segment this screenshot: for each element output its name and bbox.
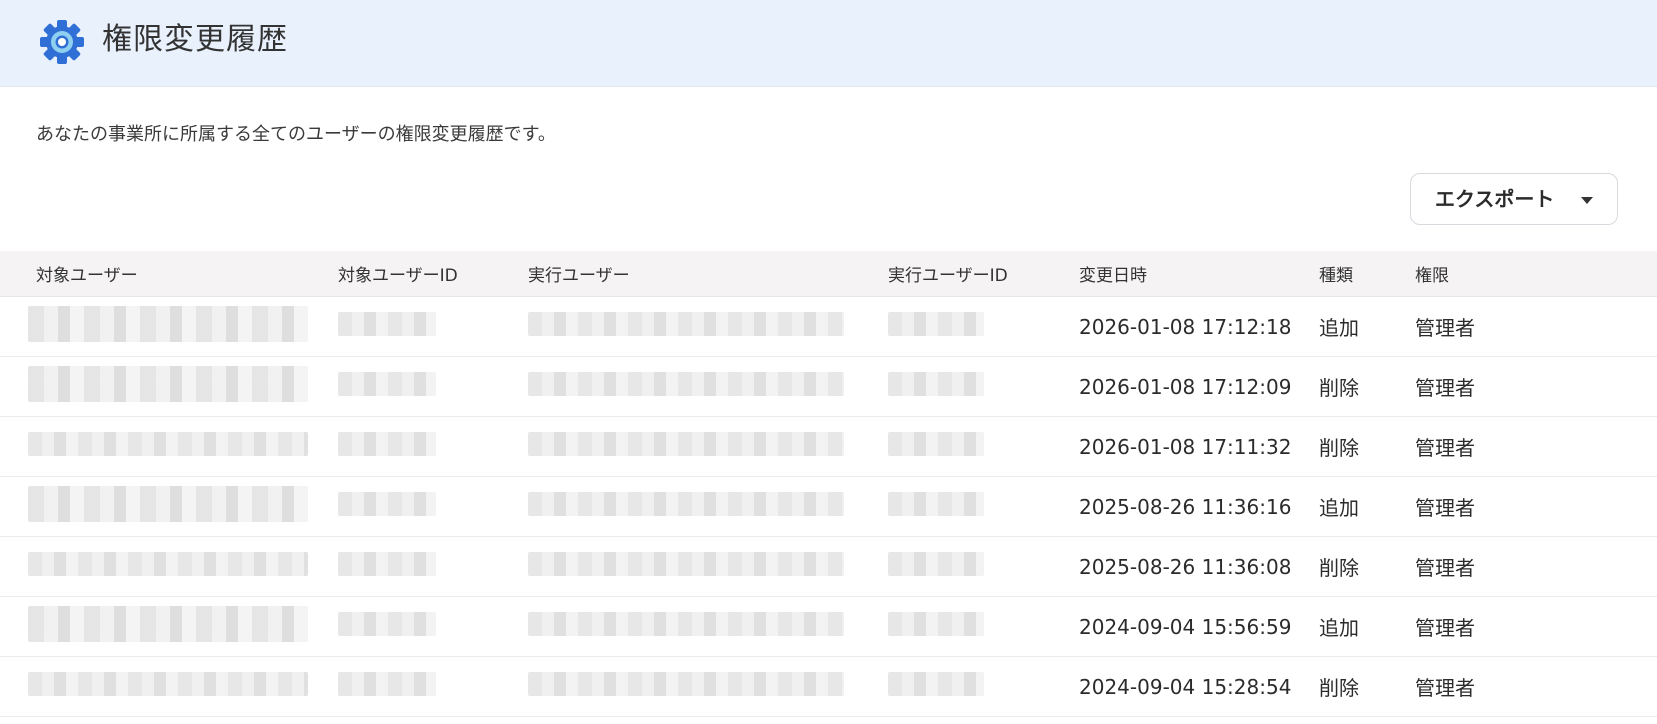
- redacted-executor-user: [528, 372, 844, 396]
- redacted-target-user: [28, 552, 308, 576]
- changed-at-cell: 2024-09-04 15:56:59: [1079, 596, 1319, 657]
- changed-at-cell: 2026-01-08 17:11:32: [1079, 416, 1319, 477]
- redacted-executor-user-id: [888, 312, 984, 336]
- column-header-changed-at[interactable]: 変更日時: [1079, 251, 1319, 297]
- redacted-executor-user-id: [888, 492, 984, 516]
- type-cell: 削除: [1319, 416, 1415, 477]
- redacted-target-user: [28, 432, 308, 456]
- permission-cell: 管理者: [1415, 656, 1657, 717]
- column-header-executor-user[interactable]: 実行ユーザー: [528, 251, 888, 297]
- redacted-executor-user: [528, 552, 844, 576]
- type-cell: 削除: [1319, 356, 1415, 417]
- permission-cell: 管理者: [1415, 476, 1657, 537]
- redacted-executor-user-id: [888, 432, 984, 456]
- redacted-executor-user: [528, 432, 844, 456]
- redacted-target-user-id: [338, 492, 436, 516]
- permission-cell: 管理者: [1415, 536, 1657, 597]
- changed-at-cell: 2025-08-26 11:36:08: [1079, 536, 1319, 597]
- table-header-row: 対象ユーザー 対象ユーザーID 実行ユーザー 実行ユーザーID 変更日時 種類 …: [0, 251, 1657, 297]
- column-header-target-user-id[interactable]: 対象ユーザーID: [338, 251, 528, 297]
- table-row[interactable]: 2025-08-26 11:36:16 追加 管理者: [0, 476, 1657, 537]
- type-cell: 削除: [1319, 536, 1415, 597]
- permission-cell: 管理者: [1415, 296, 1657, 357]
- changed-at-cell: 2024-09-04 15:28:54: [1079, 656, 1319, 717]
- redacted-target-user: [28, 672, 308, 696]
- column-header-permission[interactable]: 権限: [1415, 251, 1657, 297]
- redacted-target-user-id: [338, 432, 436, 456]
- redacted-target-user: [28, 606, 308, 642]
- redacted-target-user-id: [338, 672, 436, 696]
- changed-at-cell: 2026-01-08 17:12:09: [1079, 356, 1319, 417]
- redacted-executor-user-id: [888, 612, 984, 636]
- table-row[interactable]: 2024-09-04 15:56:59 追加 管理者: [0, 596, 1657, 657]
- type-cell: 追加: [1319, 476, 1415, 537]
- permission-cell: 管理者: [1415, 416, 1657, 477]
- type-cell: 追加: [1319, 296, 1415, 357]
- column-header-target-user[interactable]: 対象ユーザー: [0, 251, 338, 297]
- column-header-type[interactable]: 種類: [1319, 251, 1415, 297]
- redacted-target-user: [28, 486, 308, 522]
- type-cell: 追加: [1319, 596, 1415, 657]
- redacted-target-user: [28, 306, 308, 342]
- page-header: 権限変更履歴: [0, 0, 1657, 87]
- table-row[interactable]: 2026-01-08 17:12:09 削除 管理者: [0, 356, 1657, 417]
- redacted-executor-user: [528, 312, 844, 336]
- redacted-target-user: [28, 366, 308, 402]
- export-dropdown-button[interactable]: エクスポート: [1410, 173, 1618, 225]
- permission-cell: 管理者: [1415, 596, 1657, 657]
- redacted-target-user-id: [338, 372, 436, 396]
- permission-history-table: 対象ユーザー 対象ユーザーID 実行ユーザー 実行ユーザーID 変更日時 種類 …: [0, 251, 1657, 717]
- redacted-executor-user-id: [888, 672, 984, 696]
- table-row[interactable]: 2026-01-08 17:12:18 追加 管理者: [0, 296, 1657, 357]
- export-button-label: エクスポート: [1435, 187, 1555, 211]
- table-row[interactable]: 2025-08-26 11:36:08 削除 管理者: [0, 536, 1657, 597]
- redacted-target-user-id: [338, 552, 436, 576]
- changed-at-cell: 2026-01-08 17:12:18: [1079, 296, 1319, 357]
- changed-at-cell: 2025-08-26 11:36:16: [1079, 476, 1319, 537]
- permission-cell: 管理者: [1415, 356, 1657, 417]
- redacted-executor-user: [528, 672, 844, 696]
- redacted-target-user-id: [338, 312, 436, 336]
- gear-icon: [40, 20, 84, 64]
- table-row[interactable]: 2026-01-08 17:11:32 削除 管理者: [0, 416, 1657, 477]
- caret-down-icon: [1581, 197, 1593, 204]
- permission-history-page: 権限変更履歴 あなたの事業所に所属する全てのユーザーの権限変更履歴です。 エクス…: [0, 0, 1657, 724]
- page-title: 権限変更履歴: [102, 22, 288, 57]
- page-description: あなたの事業所に所属する全てのユーザーの権限変更履歴です。: [36, 124, 556, 145]
- redacted-executor-user: [528, 612, 844, 636]
- redacted-executor-user: [528, 492, 844, 516]
- type-cell: 削除: [1319, 656, 1415, 717]
- redacted-executor-user-id: [888, 372, 984, 396]
- column-header-executor-user-id[interactable]: 実行ユーザーID: [888, 251, 1079, 297]
- redacted-target-user-id: [338, 612, 436, 636]
- redacted-executor-user-id: [888, 552, 984, 576]
- table-row[interactable]: 2024-09-04 15:28:54 削除 管理者: [0, 656, 1657, 717]
